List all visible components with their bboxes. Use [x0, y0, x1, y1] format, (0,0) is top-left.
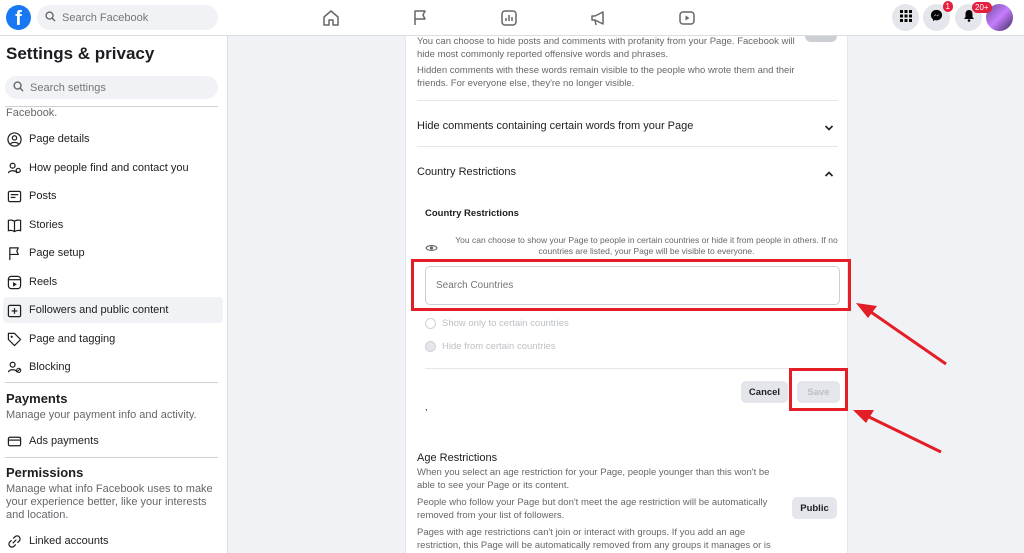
section-divider [417, 100, 838, 101]
book-icon [6, 217, 22, 233]
sidebar-item-reels[interactable]: Reels [3, 269, 223, 295]
sidebar-item-page-details[interactable]: Page details [3, 126, 223, 152]
search-icon [13, 79, 24, 97]
search-icon [45, 9, 56, 27]
truncated-text: Facebook. [6, 107, 58, 119]
section-divider [417, 146, 838, 147]
country-restrictions-label: Country Restrictions [425, 208, 519, 219]
facebook-search-input[interactable] [62, 11, 212, 24]
grid-menu-icon [899, 9, 912, 27]
save-button-highlight [789, 368, 848, 411]
radio-button[interactable] [425, 341, 436, 352]
credit-card-icon [6, 433, 22, 449]
age-restrictions-groups-note: Pages with age restrictions can't join o… [417, 527, 771, 551]
permissions-description: Manage what info Facebook uses to make y… [6, 483, 213, 521]
sidebar-item-label: Stories [29, 219, 64, 231]
reels-icon [6, 274, 22, 290]
sidebar-item-followers-public-content[interactable]: Followers and public content [3, 297, 223, 323]
user-circle-icon [6, 131, 22, 147]
sidebar-item-label: Reels [29, 276, 58, 288]
arrow-line [864, 413, 942, 454]
permissions-heading: Permissions [6, 465, 84, 480]
sidebar-item-page-setup[interactable]: Page setup [3, 240, 223, 266]
radio-button[interactable] [425, 318, 436, 329]
facebook-search-box[interactable] [37, 5, 218, 30]
messenger-icon [930, 9, 943, 27]
sidebar-item-linked-accounts[interactable]: Linked accounts [3, 528, 223, 553]
arrow-head [853, 410, 874, 423]
profanity-toggle[interactable] [805, 36, 837, 42]
chevron-up-icon[interactable] [823, 167, 835, 179]
sidebar-item-label: Page setup [29, 247, 85, 259]
messenger-badge: 1 [942, 1, 953, 12]
section-divider [425, 368, 840, 369]
sidebar-item-blocking[interactable]: Blocking [3, 354, 223, 380]
settings-search-input[interactable] [30, 81, 180, 94]
notifications-badge: 20+ [972, 2, 992, 13]
sidebar-item-label: Followers and public content [29, 304, 169, 316]
sidebar-item-label: Linked accounts [29, 535, 109, 547]
country-restrictions-row-title[interactable]: Country Restrictions [417, 166, 516, 178]
chart-icon[interactable] [500, 9, 518, 27]
age-restrictions-description: When you select an age restriction for y… [417, 467, 770, 491]
sidebar-item-ads-payments[interactable]: Ads payments [3, 428, 223, 454]
settings-search-box[interactable] [5, 76, 218, 99]
country-restrictions-description: You can choose to show your Page to peop… [455, 235, 838, 256]
top-navigation-bar: f 1 20+ [0, 0, 1024, 36]
age-restrictions-followers-note: People who follow your Page but don't me… [417, 497, 768, 521]
sidebar-item-label: How people find and contact you [29, 162, 189, 174]
megaphone-icon[interactable] [589, 9, 607, 27]
video-icon[interactable] [678, 9, 696, 27]
age-restriction-public-button[interactable]: Public [792, 497, 837, 519]
arrow-line [867, 308, 947, 366]
link-icon [6, 533, 22, 549]
payments-description: Manage your payment info and activity. [6, 409, 197, 421]
sidebar-item-label: Ads payments [29, 435, 99, 447]
cancel-button[interactable]: Cancel [741, 381, 788, 403]
age-restrictions-title: Age Restrictions [417, 452, 498, 464]
chevron-down-icon[interactable] [823, 121, 835, 133]
facebook-logo[interactable]: f [6, 5, 31, 30]
posts-icon [6, 188, 22, 204]
radio-label: Show only to certain countries [442, 318, 569, 329]
sidebar-item-label: Posts [29, 190, 57, 202]
stray-mark: , [425, 402, 428, 413]
flag-icon [6, 245, 22, 261]
radio-show-only[interactable]: Show only to certain countries [425, 318, 569, 329]
flag-icon[interactable] [411, 9, 429, 27]
profanity-description: You can choose to hide posts and comment… [417, 36, 795, 60]
sidebar-item-label: Page details [29, 133, 90, 145]
sidebar-divider [5, 382, 218, 383]
arrow-head [856, 303, 877, 318]
hide-comments-row-title[interactable]: Hide comments containing certain words f… [417, 120, 693, 132]
menu-button[interactable] [892, 4, 919, 31]
tag-icon [6, 331, 22, 347]
add-box-icon [6, 302, 22, 318]
profanity-visibility-note: Hidden comments with these words remain … [417, 65, 795, 89]
payments-heading: Payments [6, 391, 68, 406]
sidebar-item-stories[interactable]: Stories [3, 212, 223, 238]
block-user-icon [6, 359, 22, 375]
people-icon [6, 160, 22, 176]
sidebar-title: Settings & privacy [6, 44, 155, 63]
sidebar-item-label: Blocking [29, 361, 71, 373]
radio-label: Hide from certain countries [442, 341, 556, 352]
sidebar-item-page-tagging[interactable]: Page and tagging [3, 326, 223, 352]
sidebar-item-find-contact[interactable]: How people find and contact you [3, 155, 223, 181]
search-countries-highlight [411, 259, 851, 311]
home-icon[interactable] [322, 9, 340, 27]
eye-icon [425, 240, 438, 258]
messenger-button[interactable]: 1 [923, 1, 953, 31]
sidebar-item-posts[interactable]: Posts [3, 183, 223, 209]
sidebar-item-label: Page and tagging [29, 333, 116, 345]
sidebar-divider [5, 457, 218, 458]
settings-sidebar: Settings & privacy Facebook. Page detail… [0, 36, 228, 553]
radio-hide-from[interactable]: Hide from certain countries [425, 341, 556, 352]
